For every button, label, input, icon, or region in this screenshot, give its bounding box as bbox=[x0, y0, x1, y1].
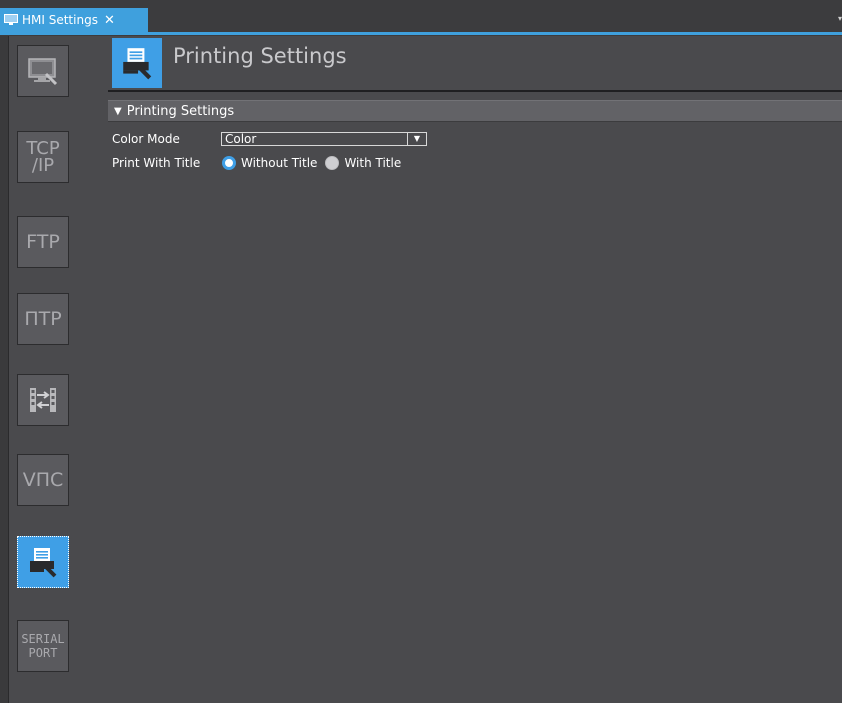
printer-wrench-icon bbox=[123, 48, 152, 80]
sidebar-item-label: ПТР bbox=[24, 308, 62, 330]
sidebar-item-serial-port[interactable]: SERIAL PORT bbox=[17, 620, 69, 672]
print-with-title-label: Print With Title bbox=[112, 156, 201, 170]
transfer-arrows-icon bbox=[30, 388, 56, 412]
sidebar-item-ntp[interactable]: ПТР bbox=[17, 293, 69, 345]
page-icon bbox=[112, 38, 162, 88]
sidebar-item-label: TCP /IP bbox=[26, 140, 59, 176]
hmi-settings-window: HMI Settings ✕ ▾ TCP /IP FTP ПТР VПC SER… bbox=[0, 0, 842, 703]
radio-with-title[interactable]: With Title bbox=[325, 156, 401, 170]
sidebar-item-label: FTP bbox=[26, 231, 60, 253]
sidebar-item-label: SERIAL PORT bbox=[21, 632, 64, 660]
color-mode-row: Color Mode Color ▼ bbox=[112, 131, 427, 147]
section-header-printing-settings[interactable]: ▼ Printing Settings bbox=[108, 100, 842, 122]
color-mode-label: Color Mode bbox=[112, 132, 180, 146]
monitor-wrench-icon bbox=[28, 58, 58, 86]
settings-sidebar: TCP /IP FTP ПТР VПC SERIAL PORT bbox=[8, 36, 78, 703]
tab-hmi-settings[interactable]: HMI Settings ✕ bbox=[0, 8, 148, 32]
monitor-icon bbox=[4, 14, 18, 25]
serial-text: SERIAL bbox=[21, 632, 65, 646]
color-mode-value: Color bbox=[225, 132, 257, 146]
print-with-title-row: Print With Title Without Title With Titl… bbox=[112, 155, 409, 171]
sidebar-item-label: VПC bbox=[22, 469, 64, 491]
sidebar-item-transfer[interactable] bbox=[17, 374, 69, 426]
close-icon[interactable]: ✕ bbox=[104, 13, 115, 28]
sidebar-item-tcp-ip[interactable]: TCP /IP bbox=[17, 131, 69, 183]
section-label: Printing Settings bbox=[126, 103, 235, 119]
tab-accent-line bbox=[0, 32, 842, 35]
collapse-triangle-icon: ▼ bbox=[114, 105, 122, 117]
dropdown-arrow-icon: ▼ bbox=[407, 133, 426, 145]
radio-label: Without Title bbox=[241, 156, 318, 170]
tab-label: HMI Settings bbox=[22, 13, 98, 27]
sidebar-item-ftp[interactable]: FTP bbox=[17, 216, 69, 268]
tab-list-dropdown-icon[interactable]: ▾ bbox=[838, 14, 842, 23]
tab-strip: HMI Settings ✕ ▾ bbox=[0, 0, 842, 36]
port-text: PORT bbox=[28, 646, 58, 660]
radio-unselected-icon bbox=[325, 156, 340, 170]
sidebar-item-hmi-device[interactable] bbox=[17, 45, 69, 97]
sidebar-item-vnc[interactable]: VПC bbox=[17, 454, 69, 506]
ip-text: /IP bbox=[31, 155, 55, 176]
title-divider bbox=[108, 90, 842, 92]
radio-selected-icon bbox=[222, 156, 236, 170]
page-title: Printing Settings bbox=[173, 44, 347, 68]
radio-without-title[interactable]: Without Title bbox=[222, 156, 317, 170]
color-mode-select[interactable]: Color ▼ bbox=[221, 132, 427, 146]
printer-wrench-icon bbox=[30, 548, 57, 578]
sidebar-item-printing[interactable] bbox=[17, 536, 69, 588]
radio-label: With Title bbox=[344, 156, 402, 170]
